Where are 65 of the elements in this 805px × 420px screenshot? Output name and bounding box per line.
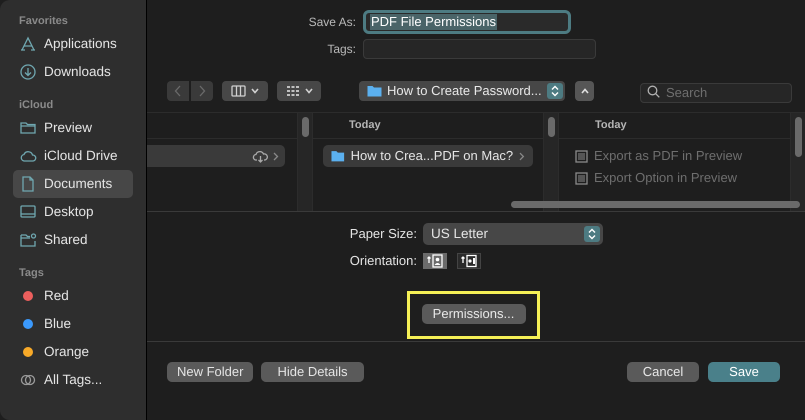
sidebar-item[interactable]: Desktop — [13, 198, 133, 226]
sidebar-item[interactable]: Red — [13, 282, 133, 310]
portrait-button[interactable] — [423, 252, 447, 269]
chevron-right-icon — [273, 152, 279, 160]
folder-icon — [331, 150, 345, 162]
chevron-down-icon — [304, 88, 312, 94]
sidebar-item[interactable]: All Tags... — [13, 366, 133, 394]
sidebar-item[interactable]: iCloud Drive — [13, 142, 133, 170]
sidebar-item[interactable]: Shared — [13, 226, 133, 254]
horizontal-scrollbar[interactable] — [511, 201, 800, 208]
collapse-button[interactable] — [575, 81, 594, 101]
download-icon — [19, 63, 37, 81]
tags-field[interactable] — [363, 39, 596, 59]
field-label: Paper Size: — [348, 225, 417, 244]
chevron-right-icon — [519, 152, 525, 160]
search-field[interactable]: Search — [640, 82, 792, 102]
chevron-up-icon — [580, 88, 588, 94]
landscape-button[interactable] — [457, 252, 481, 269]
sidebar-item[interactable]: Downloads — [13, 58, 133, 86]
image-file-icon — [575, 172, 588, 184]
scrollbar-thumb[interactable] — [302, 117, 308, 137]
section-heading: Favorites — [18, 14, 69, 29]
stepper-arrows-icon — [547, 83, 563, 99]
landscape-icon — [460, 252, 478, 269]
field-label: Orientation: — [348, 252, 417, 270]
columns-icon — [231, 85, 246, 97]
stepper-arrows-icon — [584, 226, 600, 242]
sidebar-item[interactable]: Applications — [13, 30, 133, 58]
sidebar-item[interactable]: Documents — [13, 170, 133, 198]
field-label: Tags: — [326, 41, 356, 58]
icloud-row[interactable] — [147, 145, 285, 167]
column-header: Today — [595, 118, 627, 134]
scrollbar-thumb[interactable] — [794, 117, 802, 157]
portrait-icon — [426, 252, 444, 269]
shared-folder-icon — [19, 231, 37, 249]
save-button[interactable]: Save — [708, 362, 780, 382]
chevron-left-icon — [174, 85, 182, 97]
chevron-right-icon — [198, 85, 206, 97]
section-heading: Tags — [18, 266, 45, 281]
paper-size-dropdown[interactable]: US Letter — [423, 223, 603, 245]
file-item[interactable]: How to Crea...PDF on Mac? — [323, 145, 533, 167]
apps-icon — [19, 35, 37, 53]
image-file-icon — [575, 150, 588, 162]
sidebar-item[interactable]: Blue — [13, 310, 133, 338]
sidebar-item[interactable]: Preview — [13, 114, 133, 142]
permissions-button[interactable]: Permissions... — [422, 304, 526, 324]
cancel-button[interactable]: Cancel — [627, 362, 699, 382]
location-dropdown[interactable]: How to Create Password... — [359, 81, 565, 101]
folder-icon — [367, 85, 382, 97]
field-label: Save As: — [308, 14, 356, 31]
chevron-down-icon — [251, 88, 259, 94]
forward-button[interactable] — [191, 81, 213, 101]
grid-icon — [286, 85, 300, 97]
scrollbar-thumb[interactable] — [548, 117, 554, 137]
search-icon — [647, 85, 660, 98]
back-button[interactable] — [167, 81, 189, 101]
column-header: Today — [349, 118, 381, 134]
view-mode-button[interactable] — [222, 81, 268, 101]
sidebar-item[interactable]: Orange — [13, 338, 133, 366]
dialog-button[interactable]: Hide Details — [261, 362, 364, 382]
save-as-field[interactable]: PDF File Permissions — [363, 10, 571, 34]
dialog-button[interactable]: New Folder — [167, 362, 254, 382]
cloud-download-icon — [252, 149, 269, 163]
section-heading: iCloud — [18, 98, 54, 113]
group-button[interactable] — [277, 81, 321, 101]
